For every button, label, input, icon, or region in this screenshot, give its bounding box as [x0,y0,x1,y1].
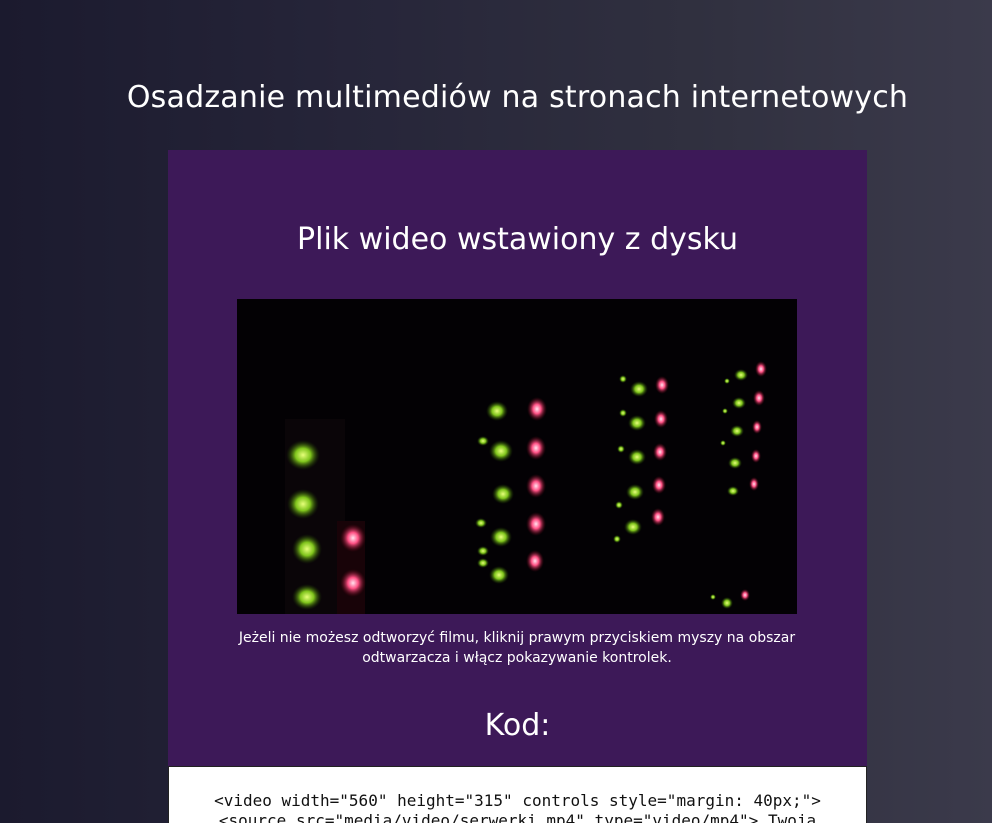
video-frame [237,299,797,614]
video-caption: Jeżeli nie możesz odtworzyć filmu, klikn… [238,630,796,666]
section-title: Plik wideo wstawiony z dysku [297,222,738,257]
code-line-2: <source src="media/video/serwerki.mp4" t… [218,811,817,823]
code-block: <video width="560" height="315" controls… [168,766,867,823]
content-panel: Plik wideo wstawiony z dysku Jeżeli nie … [168,150,867,823]
page-title: Osadzanie multimediów na stronach intern… [126,80,909,115]
code-text: <video width="560" height="315" controls… [169,767,866,823]
code-line-1: <video width="560" height="315" controls… [214,791,821,810]
code-heading: Kod: [484,708,551,743]
video-player[interactable] [237,299,797,614]
